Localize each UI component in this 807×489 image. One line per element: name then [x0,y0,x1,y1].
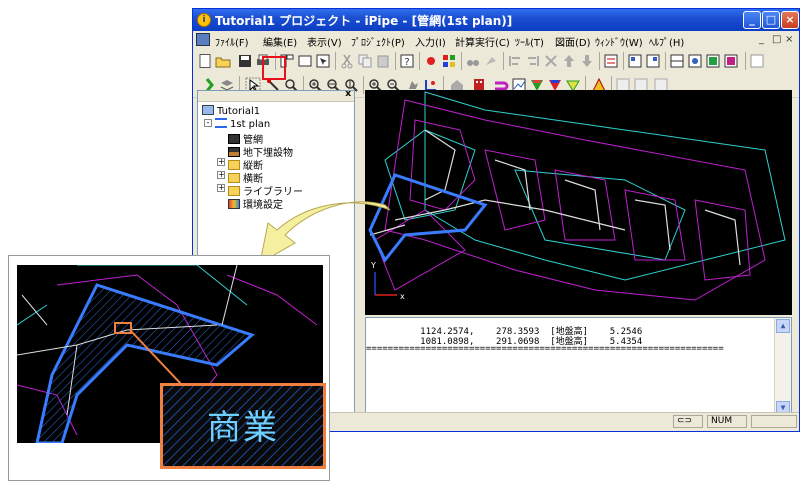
help-icon[interactable]: ? [399,53,415,69]
expand-toggle[interactable]: + [217,171,225,179]
settings-icon [228,199,240,209]
menu-window[interactable]: ｳｨﾝﾄﾞｳ(W) [595,34,643,49]
point-red-icon[interactable] [423,53,439,69]
expand-toggle[interactable]: + [217,184,225,192]
paste-icon[interactable] [375,53,391,69]
mdi-minimize-button[interactable]: _ [759,34,764,45]
arrow-up-icon[interactable] [561,53,577,69]
menu-help[interactable]: ﾍﾙﾌﾟ(H) [649,34,684,49]
open-folder-icon[interactable] [215,53,231,69]
menu-file[interactable]: ﾌｧｲﾙ(F) [215,34,249,49]
replace-icon[interactable] [483,53,499,69]
new-file-icon[interactable] [197,53,213,69]
menu-tools[interactable]: ﾂｰﾙ(T) [515,34,544,49]
image-icon[interactable] [723,53,739,69]
tree-node-cross-section[interactable]: + 横断 [217,170,263,185]
zone-label-callout: 商業 [160,383,326,469]
svg-text:?: ? [404,57,409,68]
pipe-network-drawing: Y x [368,91,786,301]
window-icon[interactable] [297,53,313,69]
plan-icon [215,118,227,128]
delete-icon[interactable] [543,53,559,69]
console-scrollbar[interactable]: ▲ ▼ [774,318,791,416]
mdi-close-button[interactable]: × [785,34,793,45]
menu-project[interactable]: ﾌﾟﾛｼﾞｪｸﾄ(P) [351,34,405,49]
expand-toggle[interactable]: + [217,158,225,166]
align-right-icon[interactable] [525,53,541,69]
panel-header: x [198,89,354,102]
tree-node-plan[interactable]: - 1st plan [204,118,271,130]
mdi-restore-button[interactable]: □ [772,34,781,45]
window-title: Tutorial1 プロジェクト - iPipe - [管網(1st plan)… [215,14,513,28]
output-console[interactable]: 1124.2574, 278.3593 [地盤高] 5.2546 1081.08… [365,317,792,417]
network-icon [228,134,240,144]
drawing-canvas[interactable]: Y x [365,90,792,315]
folder-icon [228,186,240,196]
tree-node-label: Tutorial1 [217,106,261,117]
layout-icon[interactable] [627,53,643,69]
cut-icon[interactable] [339,53,355,69]
panel-close-button[interactable]: x [345,89,351,99]
copy-icon[interactable] [357,53,373,69]
menu-edit[interactable]: 編集(E) [263,34,297,49]
tree-node-network[interactable]: 管網 [228,131,263,146]
pointer-icon[interactable] [315,53,331,69]
save-icon[interactable] [237,53,253,69]
title-bar[interactable]: i Tutorial1 プロジェクト - iPipe - [管網(1st pla… [193,9,799,31]
folder-icon [228,160,240,170]
tree-node-longitudinal[interactable]: + 縦断 [217,157,263,172]
maximize-button[interactable]: □ [762,11,780,29]
document-icon[interactable] [196,33,210,46]
menu-calculate[interactable]: 計算実行(C) [455,34,510,49]
buried-object-icon [228,147,240,157]
binoculars-icon[interactable] [465,53,481,69]
status-pane [751,415,797,428]
split-icon[interactable] [669,53,685,69]
photo-icon[interactable] [687,53,703,69]
menu-input[interactable]: 入力(I) [415,34,446,49]
scroll-up-arrow-icon[interactable]: ▲ [776,319,790,333]
grid-color-icon[interactable] [441,53,457,69]
tree-node-buried-objects[interactable]: 地下埋設物 [228,144,293,159]
link-icon: ⊂⊃ [673,415,703,428]
tree-node-project[interactable]: Tutorial1 [202,105,260,117]
folder-icon [228,173,240,183]
info-icon: i [197,13,211,27]
zone-label: 商業 [207,408,279,448]
menu-drawing[interactable]: 図面(D) [555,34,591,49]
minimize-button[interactable]: _ [743,11,761,29]
menu-view[interactable]: 表示(V) [307,34,342,49]
layout-alt-icon[interactable] [645,53,661,69]
x-axis-label: x [400,292,405,301]
num-lock-indicator: NUM [707,415,747,428]
map-icon[interactable] [705,53,721,69]
close-button[interactable]: × [781,11,799,29]
layer-icon[interactable] [603,53,619,69]
selection-highlight [262,56,286,80]
menu-bar: ﾌｧｲﾙ(F) 編集(E) 表示(V) ﾌﾟﾛｼﾞｪｸﾄ(P) 入力(I) 計算… [193,31,799,50]
project-icon [202,105,214,115]
collapse-toggle[interactable]: - [204,119,212,127]
tree-node-library[interactable]: + ライブラリー [217,183,303,198]
arrow-down-icon[interactable] [579,53,595,69]
tree-node-label: 1st plan [230,119,271,130]
console-line: ========================================… [366,344,724,354]
frame-icon[interactable] [749,53,765,69]
align-left-icon[interactable] [507,53,523,69]
